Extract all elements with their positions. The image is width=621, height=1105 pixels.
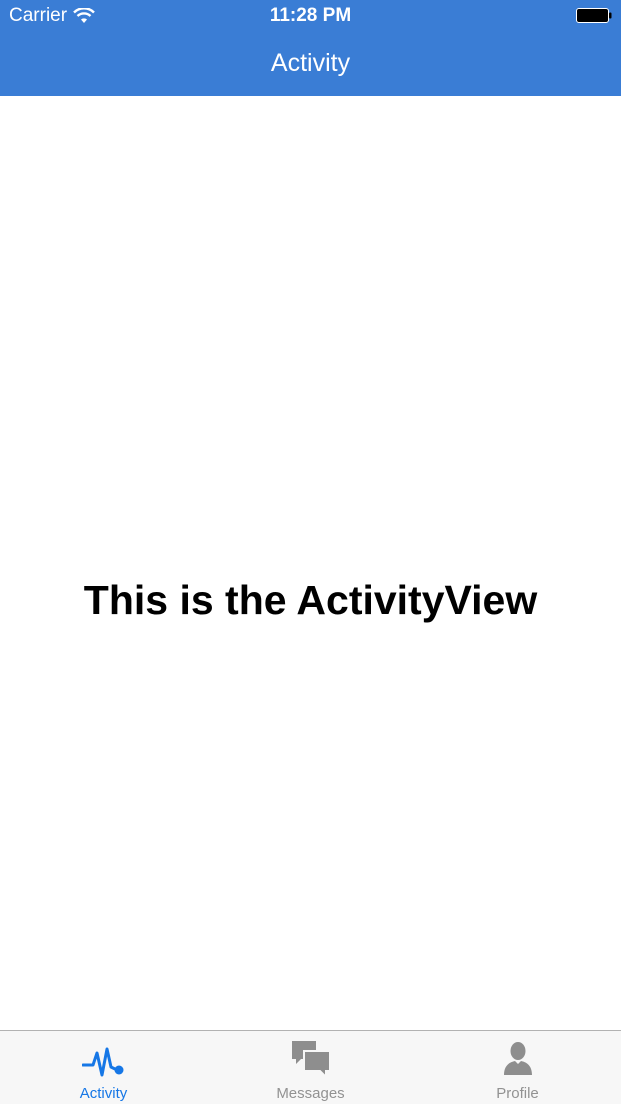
tab-messages-label: Messages: [276, 1085, 345, 1102]
tab-activity[interactable]: Activity: [0, 1031, 207, 1105]
nav-title: Activity: [270, 49, 351, 77]
activity-view-text: This is the ActivityView: [83, 577, 538, 623]
activity-pulse-icon: [81, 1047, 123, 1077]
messages-icon: [291, 1041, 331, 1079]
tab-profile[interactable]: Profile: [414, 1031, 621, 1105]
tab-messages[interactable]: Messages: [207, 1031, 414, 1105]
profile-icon: [503, 1042, 532, 1075]
tab-bar: Activity Messages Profile: [0, 1030, 621, 1104]
header: Carrier 11:28 PM Activity: [0, 0, 621, 96]
battery-icon: [576, 8, 612, 23]
tab-profile-label: Profile: [496, 1085, 539, 1102]
tab-activity-label: Activity: [79, 1085, 128, 1102]
status-time: 11:28 PM: [269, 5, 352, 26]
status-bar: Carrier 11:28 PM: [0, 0, 621, 32]
